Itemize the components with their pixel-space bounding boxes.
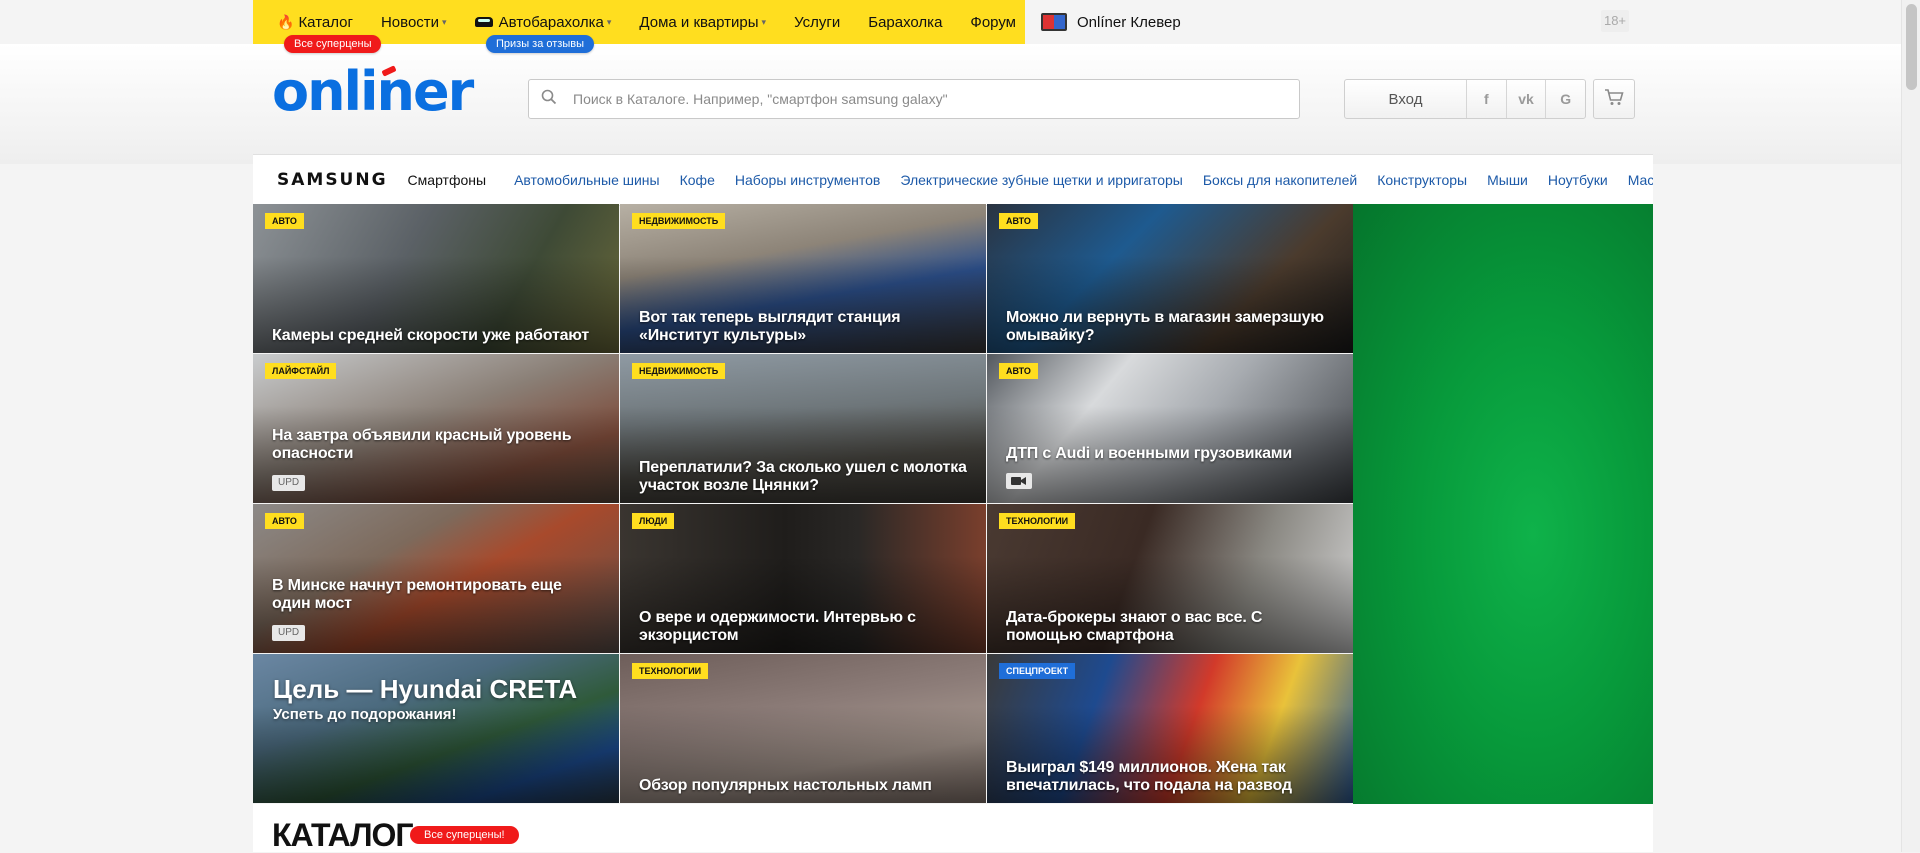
car-icon [474, 17, 493, 27]
news-title: О вере и одержимости. Интервью с экзорци… [639, 609, 916, 644]
cart-icon [1604, 88, 1624, 111]
catalog-section: КАТАЛОГ Все суперцены! [253, 804, 1653, 852]
samsung-brand-link[interactable]: SAMSUNG [277, 170, 388, 190]
category-link[interactable]: Боксы для накопителей [1203, 172, 1357, 188]
category-link[interactable]: Наборы инструментов [735, 172, 881, 188]
news-tile[interactable]: ЛЮДИ О вере и одержимости. Интервью с эк… [620, 504, 986, 653]
category-link[interactable]: Кофе [680, 172, 715, 188]
news-title: Камеры средней скорости уже работают [272, 327, 590, 344]
age-badge: 18+ [1601, 10, 1629, 32]
nav-services[interactable]: Услуги [780, 0, 854, 44]
news-title: Переплатили? За сколько ушел с молотка у… [639, 459, 967, 494]
upd-badge: UPD [272, 625, 306, 641]
search-icon [541, 89, 563, 110]
news-title: В Минске начнут ремонтировать еще один м… [272, 577, 562, 612]
news-tile[interactable]: СПЕЦПРОЕКТ Выиграл $149 миллионов. Жена … [987, 654, 1353, 803]
news-category-badge: ТЕХНОЛОГИИ [999, 513, 1076, 529]
upd-badge: UPD [272, 475, 306, 491]
news-category-badge: АВТО [265, 213, 304, 229]
news-title: Дата-брокеры знают о вас все. С помощью … [1006, 609, 1263, 644]
nav-realty[interactable]: Дома и квартиры ▾ [625, 0, 780, 44]
chevron-down-icon: ▾ [606, 16, 612, 27]
news-tile[interactable]: НЕДВИЖИМОСТЬ Вот так теперь выглядит ста… [620, 204, 986, 353]
news-tile[interactable]: ТЕХНОЛОГИИ Обзор популярных настольных л… [620, 654, 986, 803]
news-category-badge: НЕДВИЖИМОСТЬ [632, 213, 726, 229]
advertisement-banner[interactable] [1353, 204, 1653, 804]
nav-catalog-label: Каталог [298, 13, 353, 31]
superprices-pill[interactable]: Все суперцены [284, 35, 382, 53]
category-link[interactable]: Мыши [1487, 172, 1528, 188]
news-tile[interactable]: АВТО В Минске начнут ремонтировать еще о… [253, 504, 619, 653]
category-link[interactable]: Автомобильные шины [514, 172, 660, 188]
auth-panel: Вход f vk G [1344, 79, 1586, 119]
news-title: Можно ли вернуть в магазин замерзшую омы… [1006, 309, 1324, 344]
nav-news[interactable]: Новости ▾ [367, 0, 461, 44]
news-title: Выиграл $149 миллионов. Жена так впечатл… [1006, 759, 1292, 794]
nav-forum[interactable]: Форум [956, 0, 1030, 44]
search-input[interactable] [571, 90, 1299, 108]
category-link[interactable]: Мас [1628, 172, 1653, 188]
news-title: Вот так теперь выглядит станция «Институ… [639, 309, 901, 344]
nav-realty-label: Дома и квартиры [639, 13, 759, 31]
catalog-heading: КАТАЛОГ [272, 817, 414, 853]
category-strip: SAMSUNG Смартфоны Автомобильные шины Коф… [253, 154, 1653, 206]
news-tile[interactable]: ТЕХНОЛОГИИ Дата-брокеры знают о вас все.… [987, 504, 1353, 653]
vk-login-icon[interactable]: vk [1507, 80, 1547, 118]
news-tile[interactable]: АВТО Можно ли вернуть в магазин замерзшу… [987, 204, 1353, 353]
clever-card-icon [1041, 13, 1067, 31]
news-category-badge: АВТО [999, 363, 1038, 379]
login-button[interactable]: Вход [1345, 80, 1467, 118]
news-tile[interactable]: НЕДВИЖИМОСТЬ Переплатили? За сколько уше… [620, 354, 986, 503]
chevron-down-icon: ▾ [442, 16, 447, 27]
promo-subtitle: Успеть до подорожания! [273, 706, 457, 723]
video-camera-icon [1006, 473, 1032, 489]
news-category-badge: СПЕЦПРОЕКТ [999, 663, 1076, 679]
news-category-badge: АВТО [265, 513, 304, 529]
category-link[interactable]: Ноутбуки [1548, 172, 1608, 188]
nav-baraholka[interactable]: Барахолка [854, 0, 956, 44]
nav-services-label: Услуги [794, 13, 841, 31]
logo-text: onliner [272, 60, 474, 123]
news-tile[interactable]: АВТО Камеры средней скорости уже работаю… [253, 204, 619, 353]
search-bar[interactable] [528, 79, 1300, 119]
news-category-badge: ЛАЙФСТАЙЛ [265, 363, 337, 379]
scrollbar-thumb[interactable] [1906, 4, 1917, 90]
scrollbar[interactable] [1901, 0, 1920, 852]
facebook-login-icon[interactable]: f [1467, 80, 1507, 118]
nav-news-label: Новости [380, 13, 440, 31]
news-title: Обзор популярных настольных ламп [639, 777, 932, 794]
google-login-icon[interactable]: G [1546, 80, 1585, 118]
onliner-logo[interactable]: onliner [272, 60, 474, 123]
nav-forum-label: Форум [970, 13, 1016, 31]
prizes-pill[interactable]: Призы за отзывы [486, 35, 595, 53]
news-category-badge: ЛЮДИ [632, 513, 675, 529]
promo-tile[interactable]: Цель — Hyundai CRETA Успеть до подорожан… [253, 654, 619, 803]
nav-autobaraholka-label: Автобарахолка [498, 13, 604, 31]
tile-shade [987, 354, 1353, 503]
clever-link[interactable]: Onlíner Клевер [1041, 0, 1181, 44]
news-tile[interactable]: ЛАЙФСТАЙЛ На завтра объявили красный уро… [253, 354, 619, 503]
top-bar: 🔥 Каталог Новости ▾ Автобарахолка ▾ Дома… [0, 0, 1902, 53]
promo-title: Цель — Hyundai CRETA [273, 674, 578, 704]
news-category-badge: ТЕХНОЛОГИИ [632, 663, 709, 679]
nav-baraholka-label: Барахолка [868, 13, 943, 31]
news-category-badge: АВТО [999, 213, 1038, 229]
cart-button[interactable] [1593, 79, 1635, 119]
flame-icon: 🔥 [277, 13, 295, 30]
category-link[interactable]: Электрические зубные щетки и ирригаторы [900, 172, 1182, 188]
news-category-badge: НЕДВИЖИМОСТЬ [632, 363, 726, 379]
smartphones-link[interactable]: Смартфоны [408, 172, 487, 188]
news-grid: АВТО Камеры средней скорости уже работаю… [253, 204, 1353, 804]
chevron-down-icon: ▾ [761, 16, 767, 27]
category-link[interactable]: Конструкторы [1377, 172, 1467, 188]
news-tile[interactable]: АВТО ДТП с Audi и военными грузовиками [987, 354, 1353, 503]
news-title: ДТП с Audi и военными грузовиками [1006, 445, 1293, 462]
catalog-superprices-pill[interactable]: Все суперцены! [410, 826, 519, 844]
clever-label: Onlíner Клевер [1077, 13, 1181, 31]
news-title: На завтра объявили красный уровень опасн… [272, 427, 572, 462]
